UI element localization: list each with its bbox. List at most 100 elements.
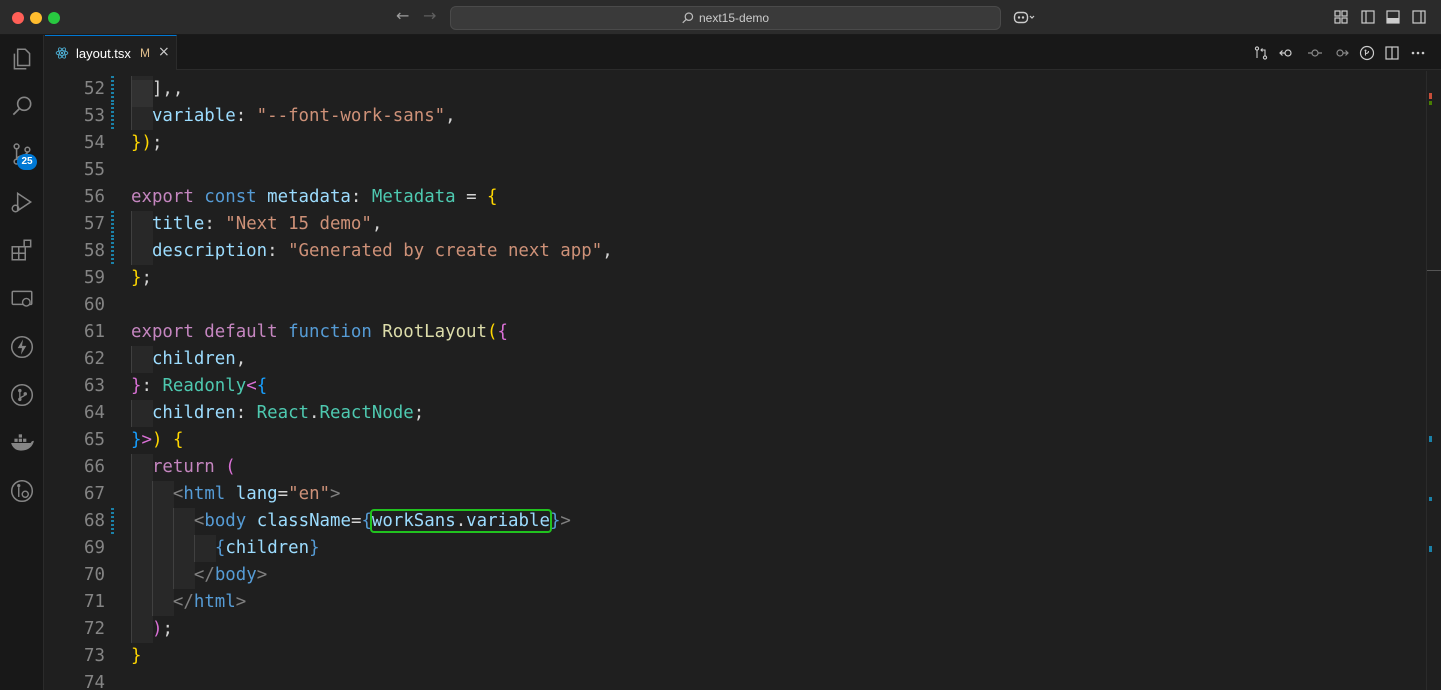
minimize-window-button[interactable] bbox=[30, 12, 42, 24]
next-change-icon[interactable] bbox=[1333, 45, 1349, 61]
code-text: ],, bbox=[151, 79, 184, 99]
search-icon bbox=[682, 12, 694, 24]
docker-icon[interactable] bbox=[8, 429, 36, 457]
indent-guide bbox=[131, 589, 153, 616]
code-text: </body> bbox=[193, 565, 268, 585]
indent-guide bbox=[131, 238, 153, 265]
command-center-search[interactable]: next15-demo bbox=[450, 6, 1001, 30]
indent-guide bbox=[131, 616, 153, 643]
indent-guide bbox=[131, 346, 153, 373]
previous-change-icon[interactable] bbox=[1279, 45, 1295, 61]
close-tab-icon[interactable]: × bbox=[158, 44, 170, 60]
line-number: 53 bbox=[84, 106, 105, 126]
code-line: 61 export default function RootLayout({ bbox=[45, 319, 1426, 346]
line-number: 68 bbox=[84, 511, 105, 531]
line-number: 55 bbox=[84, 160, 105, 180]
lightning-icon[interactable] bbox=[8, 333, 36, 361]
code-line: 66 return ( bbox=[45, 454, 1426, 481]
split-editor-icon[interactable] bbox=[1384, 45, 1400, 61]
indent-guide bbox=[131, 400, 153, 427]
code-line: 56 export const metadata: Metadata = { bbox=[45, 184, 1426, 211]
code-text: description: "Generated by create next a… bbox=[151, 241, 613, 261]
line-number: 66 bbox=[84, 457, 105, 477]
search-icon[interactable] bbox=[8, 92, 36, 120]
copilot-icon[interactable] bbox=[1013, 9, 1035, 25]
inline-blame-icon[interactable] bbox=[1359, 45, 1375, 61]
line-number: 58 bbox=[84, 241, 105, 261]
modified-line-marker bbox=[111, 211, 114, 238]
code-text: <html lang="en"> bbox=[172, 484, 341, 504]
indent-guide bbox=[131, 508, 153, 535]
indent-guide bbox=[131, 535, 153, 562]
line-number: 59 bbox=[84, 268, 105, 288]
indent-guide bbox=[151, 508, 174, 535]
code-line: 57 title: "Next 15 demo", bbox=[45, 211, 1426, 238]
code-text: variable: "--font-work-sans", bbox=[151, 106, 456, 126]
line-number: 54 bbox=[84, 133, 105, 153]
code-editor[interactable]: 52],, 53 variable: "--font-work-sans", 54})… bbox=[45, 71, 1426, 690]
forward-arrow-icon[interactable]: → bbox=[423, 6, 436, 25]
modified-line-marker bbox=[111, 103, 114, 130]
code-text: children, bbox=[151, 349, 247, 369]
indent-guide bbox=[151, 481, 174, 508]
gitlens-icon[interactable] bbox=[8, 477, 36, 505]
code-text: children: React.ReactNode; bbox=[151, 403, 425, 423]
code-text: } bbox=[131, 646, 142, 666]
code-text: <body className={workSans.variable}> bbox=[193, 509, 571, 533]
commit-icon[interactable] bbox=[1307, 45, 1323, 61]
code-line: 64 children: React.ReactNode; bbox=[45, 400, 1426, 427]
code-line: 74 bbox=[45, 670, 1426, 690]
modified-line-marker bbox=[111, 76, 114, 103]
react-file-icon bbox=[55, 47, 69, 59]
indent-guide bbox=[151, 589, 174, 616]
code-line: 60 bbox=[45, 292, 1426, 319]
highlighted-expression: workSans.variable bbox=[369, 509, 552, 533]
line-number: 56 bbox=[84, 187, 105, 207]
customize-layout-icon[interactable] bbox=[1333, 9, 1349, 25]
extensions-icon[interactable] bbox=[8, 236, 36, 264]
indent-guide bbox=[131, 454, 153, 481]
run-debug-icon[interactable] bbox=[8, 188, 36, 216]
back-arrow-icon[interactable]: ← bbox=[396, 6, 409, 25]
line-number: 65 bbox=[84, 430, 105, 450]
code-text: export const metadata: Metadata = { bbox=[131, 187, 498, 207]
line-number: 69 bbox=[84, 538, 105, 558]
line-number: 74 bbox=[84, 673, 105, 690]
line-number: 73 bbox=[84, 646, 105, 666]
code-line: 54}); bbox=[45, 130, 1426, 157]
code-text: export default function RootLayout({ bbox=[131, 322, 508, 342]
toggle-secondary-sidebar-icon[interactable] bbox=[1411, 9, 1427, 25]
tab-layout-tsx[interactable]: layout.tsx M × bbox=[45, 35, 177, 70]
toggle-panel-icon[interactable] bbox=[1385, 9, 1401, 25]
line-number: 57 bbox=[84, 214, 105, 234]
line-number: 61 bbox=[84, 322, 105, 342]
remote-explorer-icon[interactable] bbox=[8, 285, 36, 313]
code-line: 71 </html> bbox=[45, 589, 1426, 616]
overview-ruler-scrollbar[interactable] bbox=[1426, 71, 1441, 690]
explorer-icon[interactable] bbox=[8, 45, 36, 73]
code-text: {children} bbox=[214, 538, 320, 558]
code-line: 72); bbox=[45, 616, 1426, 643]
indent-guide bbox=[193, 535, 216, 562]
open-changes-icon[interactable] bbox=[1253, 45, 1269, 61]
code-line: 68 <body className={workSans.variable}> bbox=[45, 508, 1426, 535]
git-graph-icon[interactable] bbox=[8, 381, 36, 409]
code-text: }); bbox=[131, 133, 163, 153]
code-line: 58 description: "Generated by create next… bbox=[45, 238, 1426, 265]
editor-tab-bar: layout.tsx M × bbox=[45, 35, 1441, 70]
indent-guide bbox=[131, 211, 153, 238]
line-number: 71 bbox=[84, 592, 105, 612]
zoom-window-button[interactable] bbox=[48, 12, 60, 24]
more-actions-icon[interactable] bbox=[1410, 45, 1426, 61]
code-line: 59}; bbox=[45, 265, 1426, 292]
close-window-button[interactable] bbox=[12, 12, 24, 24]
code-line: 70 </body> bbox=[45, 562, 1426, 589]
toggle-primary-sidebar-icon[interactable] bbox=[1360, 9, 1376, 25]
activity-bar: 25 bbox=[0, 35, 44, 690]
line-number: 72 bbox=[84, 619, 105, 639]
line-number: 64 bbox=[84, 403, 105, 423]
modified-line-marker bbox=[111, 238, 114, 265]
modified-indicator: M bbox=[140, 46, 150, 60]
code-line: 52],, bbox=[45, 76, 1426, 103]
code-text: }>) { bbox=[131, 430, 184, 450]
